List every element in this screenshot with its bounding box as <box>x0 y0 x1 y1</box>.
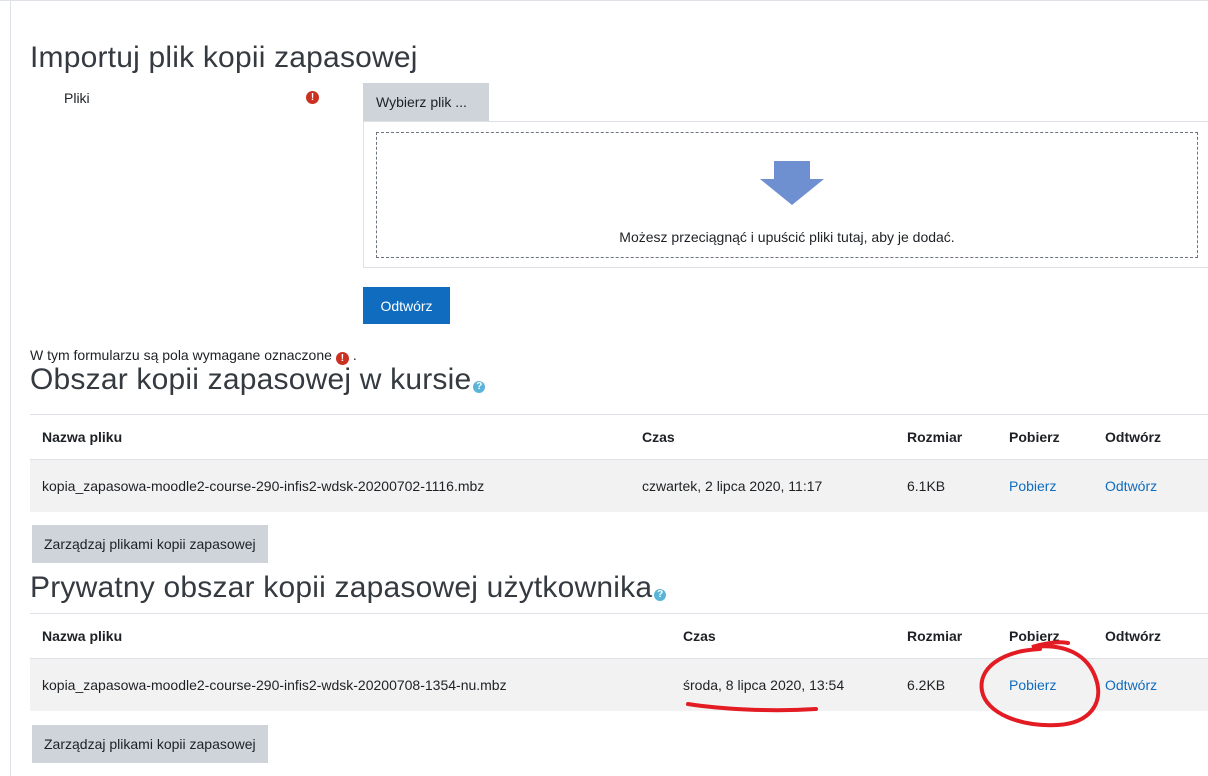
cell-time: środa, 8 lipca 2020, 13:54 <box>671 658 895 711</box>
cell-size: 6.2KB <box>895 658 997 711</box>
cell-filename: kopia_zapasowa-moodle2-course-290-infis2… <box>30 658 671 711</box>
import-title: Importuj plik kopii zapasowej <box>30 41 418 74</box>
cell-time: czwartek, 2 lipca 2020, 11:17 <box>630 459 895 512</box>
cell-filename: kopia_zapasowa-moodle2-course-290-infis2… <box>30 459 630 512</box>
course-backup-area-title-text: Obszar kopii zapasowej w kursie <box>30 363 472 396</box>
required-note-text: W tym formularzu są pola wymagane oznacz… <box>30 347 332 363</box>
cell-download: Pobierz <box>997 459 1093 512</box>
column-header-filename: Nazwa pliku <box>30 613 671 659</box>
table-header-row: Nazwa pliku Czas Rozmiar Pobierz Odtwórz <box>30 613 1208 659</box>
column-header-download: Pobierz <box>997 414 1093 460</box>
download-link[interactable]: Pobierz <box>1009 677 1056 693</box>
course-backup-table: Nazwa pliku Czas Rozmiar Pobierz Odtwórz… <box>30 414 1208 512</box>
column-header-size: Rozmiar <box>895 414 997 460</box>
column-header-filename: Nazwa pliku <box>30 414 630 460</box>
choose-file-button[interactable]: Wybierz plik ... <box>363 83 489 121</box>
user-backup-area-title: Prywatny obszar kopii zapasowej użytkown… <box>30 571 667 605</box>
user-backup-area-title-text: Prywatny obszar kopii zapasowej użytkown… <box>30 571 653 604</box>
cell-size: 6.1KB <box>895 459 997 512</box>
column-header-time: Czas <box>671 613 895 659</box>
table-row: kopia_zapasowa-moodle2-course-290-infis2… <box>30 658 1208 711</box>
help-icon[interactable]: ? <box>473 381 486 393</box>
required-icon: ! <box>306 91 319 104</box>
column-header-time: Czas <box>630 414 895 460</box>
user-backup-table: Nazwa pliku Czas Rozmiar Pobierz Odtwórz… <box>30 613 1208 711</box>
restore-link[interactable]: Odtwórz <box>1105 478 1157 494</box>
cell-restore: Odtwórz <box>1093 658 1208 711</box>
files-label: Pliki <box>64 90 90 106</box>
course-backup-area-title: Obszar kopii zapasowej w kursie? <box>30 363 486 397</box>
cell-download: Pobierz <box>997 658 1093 711</box>
manage-course-backups-button[interactable]: Zarządzaj plikami kopii zapasowej <box>32 525 268 563</box>
table-row: kopia_zapasowa-moodle2-course-290-infis2… <box>30 459 1208 512</box>
backup-restore-page: Importuj plik kopii zapasowej Pliki ! Wy… <box>0 0 1208 776</box>
content-border <box>10 1 11 776</box>
arrow-down-icon <box>760 161 824 205</box>
column-header-restore: Odtwórz <box>1093 414 1208 460</box>
restore-link[interactable]: Odtwórz <box>1105 677 1157 693</box>
column-header-download: Pobierz <box>997 613 1093 659</box>
column-header-size: Rozmiar <box>895 613 997 659</box>
download-link[interactable]: Pobierz <box>1009 478 1056 494</box>
cell-restore: Odtwórz <box>1093 459 1208 512</box>
manage-user-backups-button[interactable]: Zarządzaj plikami kopii zapasowej <box>32 725 268 763</box>
column-header-restore: Odtwórz <box>1093 613 1208 659</box>
drop-hint-text: Możesz przeciągnąć i upuścić pliki tutaj… <box>619 229 955 245</box>
table-header-row: Nazwa pliku Czas Rozmiar Pobierz Odtwórz <box>30 414 1208 460</box>
restore-upload-button[interactable]: Odtwórz <box>363 287 450 324</box>
help-icon[interactable]: ? <box>654 589 667 601</box>
required-note-end: . <box>352 347 357 363</box>
